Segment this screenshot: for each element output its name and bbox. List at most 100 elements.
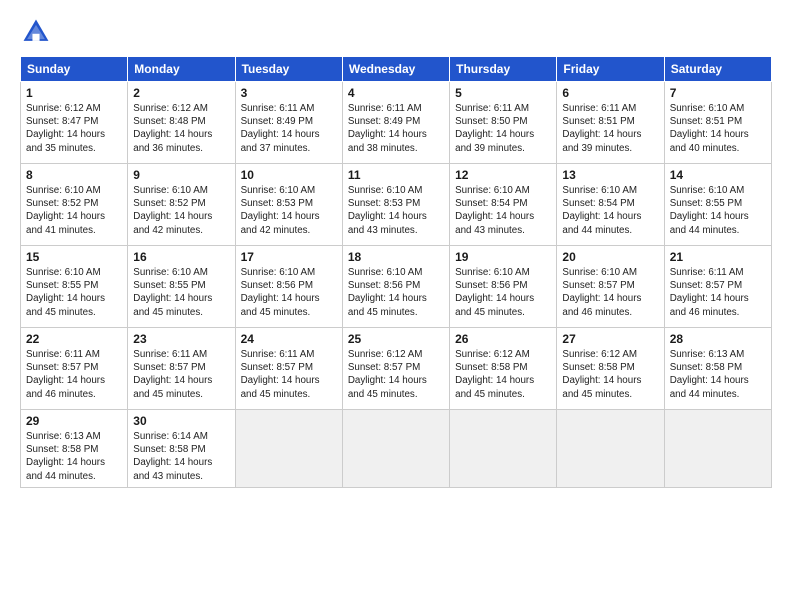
day-info: Sunrise: 6:11 AMSunset: 8:49 PMDaylight:…: [348, 102, 444, 155]
day-number: 17: [241, 250, 337, 264]
calendar-cell: 11 Sunrise: 6:10 AMSunset: 8:53 PMDayligh…: [342, 164, 449, 246]
calendar-cell: 5 Sunrise: 6:11 AMSunset: 8:50 PMDaylight…: [450, 82, 557, 164]
calendar-cell: 22 Sunrise: 6:11 AMSunset: 8:57 PMDayligh…: [21, 328, 128, 410]
calendar-cell: 26 Sunrise: 6:12 AMSunset: 8:58 PMDayligh…: [450, 328, 557, 410]
day-info: Sunrise: 6:13 AMSunset: 8:58 PMDaylight:…: [670, 348, 766, 401]
day-info: Sunrise: 6:12 AMSunset: 8:47 PMDaylight:…: [26, 102, 122, 155]
day-number: 6: [562, 86, 658, 100]
calendar-cell: 1 Sunrise: 6:12 AMSunset: 8:47 PMDaylight…: [21, 82, 128, 164]
calendar-week-row: 1 Sunrise: 6:12 AMSunset: 8:47 PMDaylight…: [21, 82, 772, 164]
day-number: 5: [455, 86, 551, 100]
day-number: 27: [562, 332, 658, 346]
calendar-cell: 16 Sunrise: 6:10 AMSunset: 8:55 PMDayligh…: [128, 246, 235, 328]
calendar-cell: 24Sunrise: 6:11 AMSunset: 8:57 PMDayligh…: [235, 328, 342, 410]
day-info: Sunrise: 6:13 AMSunset: 8:58 PMDaylight:…: [26, 430, 122, 483]
logo-icon: [20, 16, 52, 48]
calendar-cell: 20 Sunrise: 6:10 AMSunset: 8:57 PMDayligh…: [557, 246, 664, 328]
day-number: 14: [670, 168, 766, 182]
day-info: Sunrise: 6:10 AMSunset: 8:56 PMDaylight:…: [455, 266, 551, 319]
day-info: Sunrise: 6:10 AMSunset: 8:55 PMDaylight:…: [26, 266, 122, 319]
day-number: 12: [455, 168, 551, 182]
day-info: Sunrise: 6:14 AMSunset: 8:58 PMDaylight:…: [133, 430, 229, 483]
day-info: Sunrise: 6:10 AMSunset: 8:56 PMDaylight:…: [348, 266, 444, 319]
calendar-cell: 19 Sunrise: 6:10 AMSunset: 8:56 PMDayligh…: [450, 246, 557, 328]
logo: [20, 16, 56, 48]
calendar-week-row: 29Sunrise: 6:13 AMSunset: 8:58 PMDayligh…: [21, 410, 772, 488]
day-info: Sunrise: 6:12 AMSunset: 8:58 PMDaylight:…: [562, 348, 658, 401]
calendar-cell: 29Sunrise: 6:13 AMSunset: 8:58 PMDayligh…: [21, 410, 128, 488]
day-number: 7: [670, 86, 766, 100]
calendar-cell: 4Sunrise: 6:11 AMSunset: 8:49 PMDaylight…: [342, 82, 449, 164]
calendar-cell: 7 Sunrise: 6:10 AMSunset: 8:51 PMDaylight…: [664, 82, 771, 164]
day-info: Sunrise: 6:10 AMSunset: 8:51 PMDaylight:…: [670, 102, 766, 155]
day-number: 15: [26, 250, 122, 264]
day-number: 1: [26, 86, 122, 100]
calendar-week-row: 8Sunrise: 6:10 AMSunset: 8:52 PMDaylight…: [21, 164, 772, 246]
day-info: Sunrise: 6:12 AMSunset: 8:58 PMDaylight:…: [455, 348, 551, 401]
calendar-cell: 17 Sunrise: 6:10 AMSunset: 8:56 PMDayligh…: [235, 246, 342, 328]
day-number: 24: [241, 332, 337, 346]
weekday-header: Monday: [128, 57, 235, 82]
calendar-cell: [235, 410, 342, 488]
day-info: Sunrise: 6:12 AMSunset: 8:57 PMDaylight:…: [348, 348, 444, 401]
day-info: Sunrise: 6:12 AMSunset: 8:48 PMDaylight:…: [133, 102, 229, 155]
calendar-table: SundayMondayTuesdayWednesdayThursdayFrid…: [20, 56, 772, 488]
calendar-cell: 6 Sunrise: 6:11 AMSunset: 8:51 PMDaylight…: [557, 82, 664, 164]
calendar-cell: 13 Sunrise: 6:10 AMSunset: 8:54 PMDayligh…: [557, 164, 664, 246]
weekday-header: Wednesday: [342, 57, 449, 82]
day-info: Sunrise: 6:10 AMSunset: 8:57 PMDaylight:…: [562, 266, 658, 319]
calendar-cell: 25 Sunrise: 6:12 AMSunset: 8:57 PMDayligh…: [342, 328, 449, 410]
day-number: 13: [562, 168, 658, 182]
day-number: 19: [455, 250, 551, 264]
day-number: 30: [133, 414, 229, 428]
day-number: 10: [241, 168, 337, 182]
day-info: Sunrise: 6:10 AMSunset: 8:55 PMDaylight:…: [133, 266, 229, 319]
calendar-cell: [342, 410, 449, 488]
calendar-cell: 15 Sunrise: 6:10 AMSunset: 8:55 PMDayligh…: [21, 246, 128, 328]
calendar-cell: 27 Sunrise: 6:12 AMSunset: 8:58 PMDayligh…: [557, 328, 664, 410]
day-number: 3: [241, 86, 337, 100]
day-info: Sunrise: 6:10 AMSunset: 8:53 PMDaylight:…: [348, 184, 444, 237]
weekday-header-row: SundayMondayTuesdayWednesdayThursdayFrid…: [21, 57, 772, 82]
calendar-cell: 3 Sunrise: 6:11 AMSunset: 8:49 PMDaylight…: [235, 82, 342, 164]
calendar-week-row: 15 Sunrise: 6:10 AMSunset: 8:55 PMDayligh…: [21, 246, 772, 328]
day-number: 20: [562, 250, 658, 264]
day-number: 16: [133, 250, 229, 264]
calendar-cell: 12 Sunrise: 6:10 AMSunset: 8:54 PMDayligh…: [450, 164, 557, 246]
calendar-cell: [557, 410, 664, 488]
day-number: 28: [670, 332, 766, 346]
weekday-header: Friday: [557, 57, 664, 82]
calendar-cell: 8Sunrise: 6:10 AMSunset: 8:52 PMDaylight…: [21, 164, 128, 246]
weekday-header: Tuesday: [235, 57, 342, 82]
calendar-cell: 21Sunrise: 6:11 AMSunset: 8:57 PMDayligh…: [664, 246, 771, 328]
day-number: 18: [348, 250, 444, 264]
weekday-header: Saturday: [664, 57, 771, 82]
day-info: Sunrise: 6:11 AMSunset: 8:57 PMDaylight:…: [133, 348, 229, 401]
calendar-cell: 10 Sunrise: 6:10 AMSunset: 8:53 PMDayligh…: [235, 164, 342, 246]
calendar-cell: 14Sunrise: 6:10 AMSunset: 8:55 PMDayligh…: [664, 164, 771, 246]
day-info: Sunrise: 6:10 AMSunset: 8:56 PMDaylight:…: [241, 266, 337, 319]
day-info: Sunrise: 6:10 AMSunset: 8:54 PMDaylight:…: [455, 184, 551, 237]
day-number: 21: [670, 250, 766, 264]
day-number: 23: [133, 332, 229, 346]
calendar-cell: 23 Sunrise: 6:11 AMSunset: 8:57 PMDayligh…: [128, 328, 235, 410]
calendar-cell: 18 Sunrise: 6:10 AMSunset: 8:56 PMDayligh…: [342, 246, 449, 328]
day-number: 2: [133, 86, 229, 100]
day-info: Sunrise: 6:10 AMSunset: 8:52 PMDaylight:…: [133, 184, 229, 237]
calendar-cell: [664, 410, 771, 488]
calendar-cell: 30 Sunrise: 6:14 AMSunset: 8:58 PMDayligh…: [128, 410, 235, 488]
day-number: 25: [348, 332, 444, 346]
weekday-header: Thursday: [450, 57, 557, 82]
day-info: Sunrise: 6:11 AMSunset: 8:57 PMDaylight:…: [26, 348, 122, 401]
calendar-cell: 9Sunrise: 6:10 AMSunset: 8:52 PMDaylight…: [128, 164, 235, 246]
calendar-week-row: 22 Sunrise: 6:11 AMSunset: 8:57 PMDayligh…: [21, 328, 772, 410]
day-info: Sunrise: 6:10 AMSunset: 8:53 PMDaylight:…: [241, 184, 337, 237]
header: [20, 16, 772, 48]
day-number: 11: [348, 168, 444, 182]
day-number: 22: [26, 332, 122, 346]
day-number: 26: [455, 332, 551, 346]
day-info: Sunrise: 6:11 AMSunset: 8:51 PMDaylight:…: [562, 102, 658, 155]
day-info: Sunrise: 6:10 AMSunset: 8:54 PMDaylight:…: [562, 184, 658, 237]
day-info: Sunrise: 6:11 AMSunset: 8:50 PMDaylight:…: [455, 102, 551, 155]
day-info: Sunrise: 6:11 AMSunset: 8:49 PMDaylight:…: [241, 102, 337, 155]
